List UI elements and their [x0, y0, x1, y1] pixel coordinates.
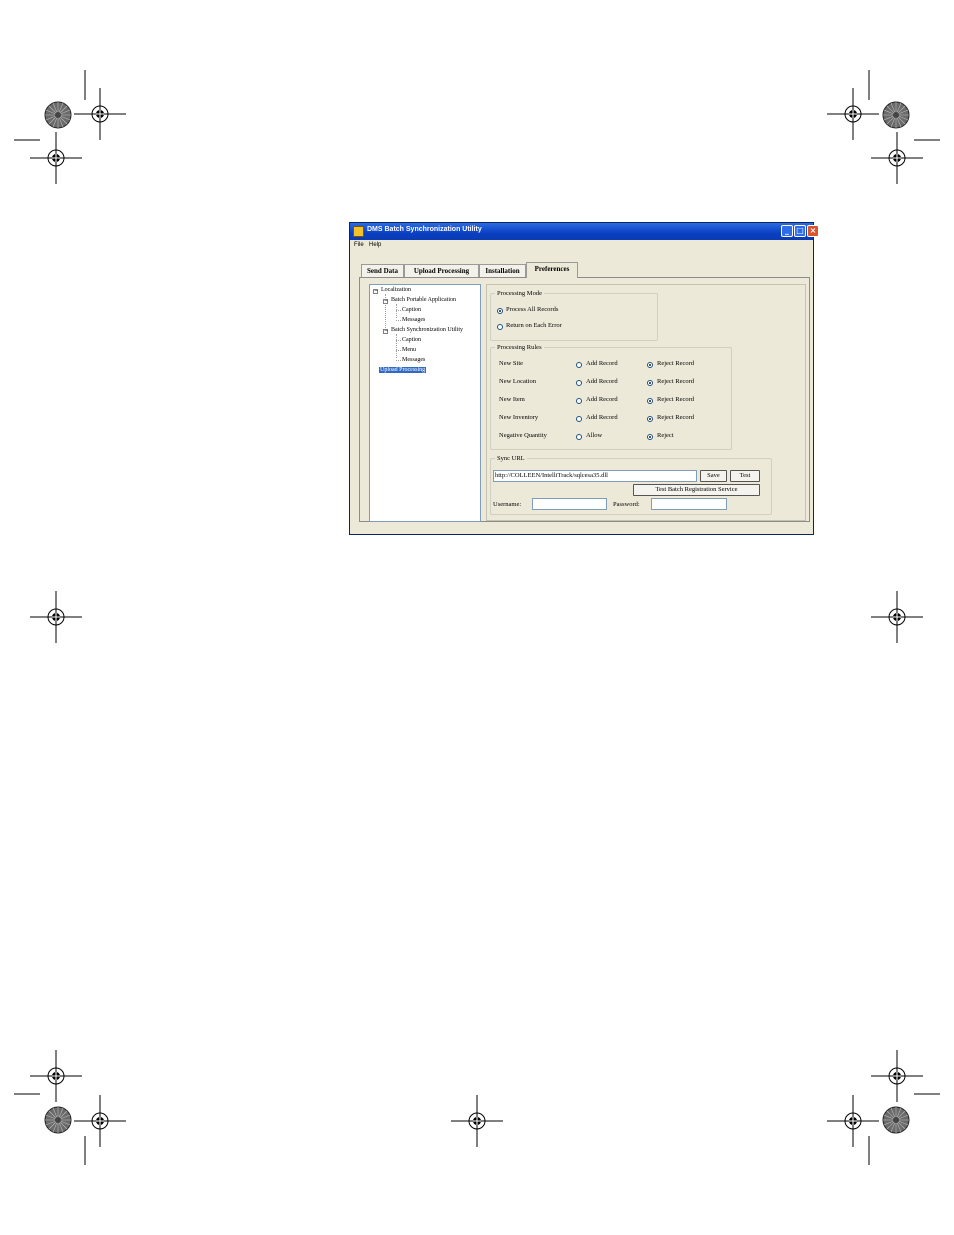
- new-location-reject-record-radio[interactable]: [647, 380, 653, 386]
- menu-file[interactable]: File: [354, 242, 364, 248]
- reject-label: Reject: [657, 432, 674, 439]
- tree-line: [396, 340, 401, 341]
- app-window: DMS Batch Synchronization Utility _ □ × …: [349, 222, 819, 535]
- registration-mark-icon: [73, 87, 127, 141]
- negative-quantity-allow-radio[interactable]: [576, 434, 582, 440]
- processing-mode-group: Processing Mode: [490, 290, 658, 341]
- expander-icon[interactable]: −: [383, 299, 388, 304]
- negative-quantity-reject-radio[interactable]: [647, 434, 653, 440]
- tree-line: [396, 320, 401, 321]
- tab-installation[interactable]: Installation: [479, 264, 526, 277]
- reject-record-label: Reject Record: [657, 360, 694, 367]
- add-record-label: Add Record: [586, 396, 618, 403]
- process-all-records-label: Process All Records: [506, 306, 559, 313]
- tree-node-messages[interactable]: Messages: [402, 357, 425, 363]
- tab-send-data[interactable]: Send Data: [361, 264, 404, 277]
- expander-icon[interactable]: −: [373, 289, 378, 294]
- preferences-tree[interactable]: − Localization − Batch Portable Applicat…: [369, 284, 481, 522]
- test-button[interactable]: Test: [730, 470, 760, 482]
- title-bar[interactable]: DMS Batch Synchronization Utility _ □ ×: [350, 223, 819, 240]
- settings-pane: Processing Mode Process All Records Retu…: [486, 284, 806, 521]
- tree-node-batch-portable-application[interactable]: Batch Portable Application: [391, 297, 456, 303]
- registration-mark-icon: [73, 1094, 127, 1148]
- tree-line: [396, 310, 401, 311]
- username-input[interactable]: [532, 498, 607, 510]
- registration-marks: [14, 70, 940, 1165]
- tree-node-localization[interactable]: Localization: [381, 287, 411, 293]
- registration-mark-icon: [826, 1094, 880, 1148]
- add-record-label: Add Record: [586, 378, 618, 385]
- color-wheel-icon: [882, 101, 910, 129]
- allow-label: Allow: [586, 432, 603, 439]
- tree-node-caption[interactable]: Caption: [402, 337, 421, 343]
- expander-icon[interactable]: −: [383, 329, 388, 334]
- tree-node-batch-synchronization-utility[interactable]: Batch Synchronization Utility: [391, 327, 463, 333]
- new-site-add-record-radio[interactable]: [576, 362, 582, 368]
- new-inventory-add-record-radio[interactable]: [576, 416, 582, 422]
- rule-label-negative-quantity: Negative Quantity: [499, 432, 547, 439]
- tree-line: [396, 350, 401, 351]
- color-wheel-icon: [882, 1106, 910, 1134]
- window-title: DMS Batch Synchronization Utility: [367, 226, 482, 233]
- minimize-button[interactable]: _: [781, 225, 793, 237]
- return-on-each-error-radio[interactable]: [497, 324, 503, 330]
- registration-mark-icon: [450, 1094, 504, 1148]
- menu-bar: File Help: [350, 240, 813, 252]
- new-location-add-record-radio[interactable]: [576, 380, 582, 386]
- username-label: Username:: [493, 501, 522, 508]
- registration-mark-icon: [29, 590, 83, 644]
- new-item-add-record-radio[interactable]: [576, 398, 582, 404]
- tree-line: [396, 334, 397, 358]
- rule-label-new-inventory: New Inventory: [499, 414, 539, 421]
- rule-label-new-site: New Site: [499, 360, 524, 367]
- maximize-button[interactable]: □: [794, 225, 806, 237]
- color-wheel-icon: [44, 1106, 72, 1134]
- test-batch-registration-service-button[interactable]: Test Batch Registration Service: [633, 484, 760, 496]
- processing-mode-legend: Processing Mode: [497, 290, 542, 297]
- tree-line: [396, 360, 401, 361]
- sync-url-legend: Sync URL: [497, 455, 525, 462]
- app-icon: [353, 226, 364, 237]
- password-label: Password:: [613, 501, 640, 508]
- tab-upload-processing[interactable]: Upload Processing: [404, 264, 479, 277]
- registration-mark-icon: [870, 590, 924, 644]
- new-site-reject-record-radio[interactable]: [647, 362, 653, 368]
- color-wheel-icon: [44, 101, 72, 129]
- add-record-label: Add Record: [586, 414, 618, 421]
- save-button[interactable]: Save: [700, 470, 727, 482]
- return-on-each-error-label: Return on Each Error: [506, 322, 562, 329]
- tree-node-caption[interactable]: Caption: [402, 307, 421, 313]
- tree-node-upload-processing[interactable]: Upload Processing: [379, 367, 427, 373]
- password-input[interactable]: [651, 498, 727, 510]
- tree-node-menu[interactable]: Menu: [402, 347, 416, 353]
- reject-record-label: Reject Record: [657, 396, 694, 403]
- tab-preferences[interactable]: Preferences: [526, 262, 578, 278]
- close-button[interactable]: ×: [807, 225, 819, 237]
- rule-label-new-item: New Item: [499, 396, 525, 403]
- reject-record-label: Reject Record: [657, 378, 694, 385]
- tree-node-messages[interactable]: Messages: [402, 317, 425, 323]
- registration-mark-icon: [826, 87, 880, 141]
- new-inventory-reject-record-radio[interactable]: [647, 416, 653, 422]
- sync-url-input[interactable]: http://COLLEEN/IntelliTrack/sqlcesa35.dl…: [493, 470, 697, 482]
- reject-record-label: Reject Record: [657, 414, 694, 421]
- menu-help[interactable]: Help: [369, 242, 381, 248]
- add-record-label: Add Record: [586, 360, 618, 367]
- processing-rules-legend: Processing Rules: [497, 344, 542, 351]
- tree-line: [396, 304, 397, 318]
- rule-label-new-location: New Location: [499, 378, 537, 385]
- new-item-reject-record-radio[interactable]: [647, 398, 653, 404]
- process-all-records-radio[interactable]: [497, 308, 503, 314]
